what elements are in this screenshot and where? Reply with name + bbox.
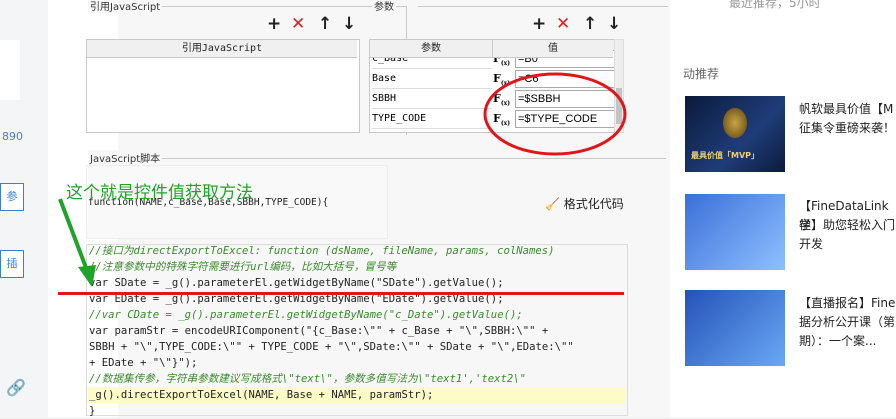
js-ref-column-header[interactable]: 引用JavaScript — [87, 40, 357, 58]
code-line: _g().directExportToExcel(NAME, Base + NA… — [89, 389, 434, 401]
annotation-arrow — [58, 198, 96, 287]
add-js-button[interactable]: + — [267, 15, 281, 33]
arrow-shaft — [58, 198, 90, 274]
left-card — [0, 40, 20, 100]
left-button-2[interactable]: 插 — [0, 250, 24, 278]
param-column-header-overlay: 参数 — [370, 40, 493, 58]
move-up-js-button[interactable]: ↑ — [318, 15, 332, 33]
thumb-live[interactable] — [685, 290, 785, 366]
code-line: //数据集传参，字符串参数建议写成格式\"text\"，参数多值写法为\"tex… — [89, 373, 527, 385]
left-button-1[interactable]: 参 — [0, 183, 24, 211]
right-top-text: 最近推荐，5小时 — [729, 0, 821, 10]
right-item-1-line2[interactable]: 征集令重磅来袭！ — [799, 119, 895, 138]
param-legend: 参数 — [372, 0, 396, 13]
trophy-icon — [723, 108, 747, 138]
format-code-label: 格式化代码 — [563, 197, 624, 211]
arrow-head — [78, 265, 96, 287]
delete-param-button[interactable]: ✕ — [556, 15, 570, 33]
annotation-ellipse — [483, 72, 627, 156]
right-item-3-line3[interactable]: 期）：一个案... — [799, 332, 876, 351]
param-name[interactable]: TYPE_CODE — [372, 110, 492, 129]
add-param-button[interactable]: + — [532, 15, 546, 33]
script-legend: JavaScript脚本 — [88, 150, 163, 165]
code-line: //接口为directExportToExcel: function (dsNa… — [89, 245, 555, 257]
code-line: //var CDate = _g().parameterEl.getWidget… — [89, 309, 523, 321]
code-line: + EDate + "\"}"); — [89, 357, 198, 369]
right-item-3-line2[interactable]: 据分析公开课（第 — [799, 313, 895, 332]
code-line: var paramStr = encodeURIComponent("{c_Ba… — [89, 325, 549, 337]
code-line: //注意参数中的特殊字符需要进行url编码，比如大括号，冒号等 — [89, 261, 397, 273]
move-down-js-button[interactable]: ↓ — [342, 15, 356, 33]
param-name[interactable]: Base — [372, 70, 492, 89]
background-page-left: 890 参 插 🔗 — [0, 0, 48, 417]
right-section-title: 动推荐 — [683, 67, 720, 81]
right-item-3-line1[interactable]: 【直播报名】Fine — [799, 294, 895, 313]
code-line: SBBH + "\",TYPE_CODE:\"" + TYPE_CODE + "… — [89, 341, 574, 353]
move-down-param-button[interactable]: ↓ — [607, 15, 621, 33]
value-column-header-overlay: 值 — [493, 40, 613, 58]
annotation-underline — [58, 292, 624, 295]
annotation-ellipse-shape — [483, 72, 627, 156]
background-page-right: 最近推荐，5小时 动推荐 最具价值「MVP」 帆软最具价值【M 征集令重磅来袭！… — [683, 0, 896, 417]
thumb-finedatalink[interactable] — [685, 194, 785, 270]
format-code-button[interactable]: 🧹 格式化代码 — [545, 195, 624, 212]
right-item-2-line2[interactable]: 径】助您轻松入门 — [799, 216, 895, 235]
right-item-2-line3[interactable]: 开发 — [799, 235, 823, 254]
thumb-mvp[interactable]: 最具价值「MVP」 — [685, 96, 785, 172]
move-up-param-button[interactable]: ↑ — [583, 15, 597, 33]
right-item-1-line1[interactable]: 帆软最具价值【M — [799, 100, 893, 119]
broom-icon: 🧹 — [545, 197, 560, 211]
delete-js-button[interactable]: ✕ — [291, 15, 305, 33]
left-number: 890 — [2, 130, 23, 143]
js-ref-legend: 引用JavaScript — [88, 0, 163, 13]
code-line: var SDate = _g().parameterEl.getWidgetBy… — [89, 277, 504, 289]
param-name[interactable]: SBBH — [372, 90, 492, 109]
js-ref-table: 引用JavaScript — [86, 39, 360, 133]
code-editor[interactable]: //接口为directExportToExcel: function (dsNa… — [86, 244, 628, 417]
mvp-badge: 最具价值「MVP」 — [691, 151, 760, 160]
link-icon[interactable]: 🔗 — [6, 378, 26, 397]
